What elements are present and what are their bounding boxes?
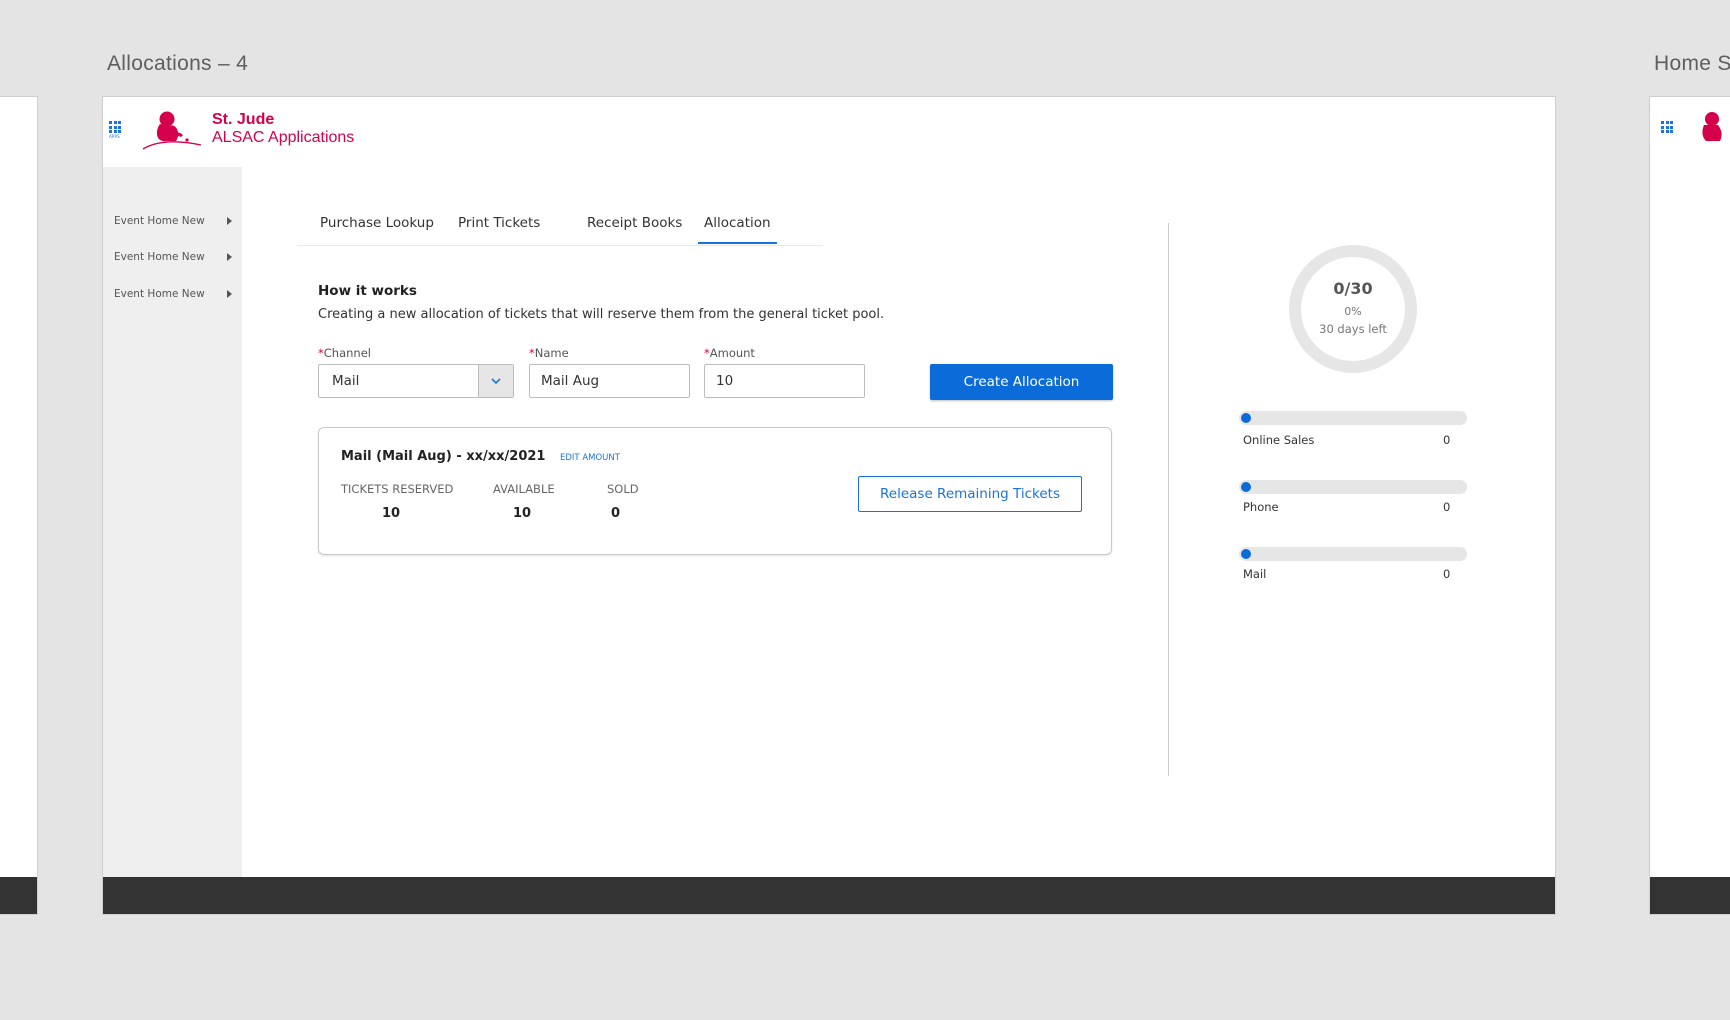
chevron-down-icon[interactable] xyxy=(478,365,513,397)
how-it-works-description: Creating a new allocation of tickets tha… xyxy=(318,307,885,322)
sold-value: 0 xyxy=(611,506,621,521)
st-jude-logo-icon xyxy=(143,111,202,150)
progress-indicator xyxy=(1241,482,1251,492)
caret-right-icon xyxy=(227,290,232,298)
apps-label: APPS xyxy=(109,134,120,140)
progress-percent: 0% xyxy=(1344,305,1362,318)
online-sales-progress-bar xyxy=(1239,411,1467,425)
footer-bar xyxy=(0,877,37,914)
vertical-divider xyxy=(1168,223,1169,776)
sidebar-item-event-home-new-1[interactable]: Event Home New xyxy=(114,211,232,231)
tab-print-tickets[interactable]: Print Tickets xyxy=(458,211,540,244)
online-sales-count: 0 xyxy=(1443,433,1451,447)
available-label: AVAILABLE xyxy=(493,482,555,496)
brand-subtitle: ALSAC Applications xyxy=(212,129,355,146)
phone-label: Phone xyxy=(1243,500,1279,514)
amount-label: *Amount xyxy=(704,346,755,360)
amount-field[interactable]: 10 xyxy=(704,364,865,398)
progress-indicator xyxy=(1241,413,1251,423)
sidebar-item-event-home-new-3[interactable]: Event Home New xyxy=(114,284,232,304)
phone-count: 0 xyxy=(1443,500,1451,514)
allocation-title: Mail (Mail Aug) - xx/xx/2021 xyxy=(341,449,546,464)
sold-label: SOLD xyxy=(607,482,639,496)
caret-right-icon xyxy=(227,217,232,225)
progress-fraction: 0/30 xyxy=(1333,279,1373,298)
progress-donut-text: 0/30 0% 30 days left xyxy=(1287,243,1419,375)
channel-label: *Channel xyxy=(318,346,371,360)
channel-select[interactable]: Mail xyxy=(318,364,514,398)
name-label: *Name xyxy=(529,346,569,360)
tab-bar: Purchase Lookup Print Tickets Receipt Bo… xyxy=(297,211,823,246)
app-header: APPS St. Jude ALSAC Applications xyxy=(103,97,1555,167)
sidebar: Event Home New Event Home New Event Home… xyxy=(103,167,242,877)
sidebar-item-label: Event Home New xyxy=(114,288,205,300)
name-field[interactable]: Mail Aug xyxy=(529,364,690,398)
days-left: 30 days left xyxy=(1319,322,1387,336)
footer-bar xyxy=(103,877,1555,914)
main-artboard: APPS St. Jude ALSAC Applications Event H… xyxy=(102,96,1556,915)
st-jude-logo-icon xyxy=(1702,112,1722,141)
online-sales-label: Online Sales xyxy=(1243,433,1315,447)
apps-menu-icon[interactable] xyxy=(1661,121,1675,134)
available-value: 10 xyxy=(513,506,532,521)
brand-name: St. Jude xyxy=(212,111,275,128)
edit-amount-link[interactable]: EDIT AMOUNT xyxy=(560,453,620,463)
mail-progress-bar xyxy=(1239,547,1467,561)
phone-progress-bar xyxy=(1239,480,1467,494)
how-it-works-title: How it works xyxy=(318,283,417,299)
mail-count: 0 xyxy=(1443,567,1451,581)
caret-right-icon xyxy=(227,253,232,261)
sidebar-item-label: Event Home New xyxy=(114,251,205,263)
allocation-card: Mail (Mail Aug) - xx/xx/2021 EDIT AMOUNT… xyxy=(318,427,1112,555)
create-allocation-button[interactable]: Create Allocation xyxy=(930,364,1113,400)
tab-purchase-lookup[interactable]: Purchase Lookup xyxy=(320,211,434,244)
sidebar-item-event-home-new-2[interactable]: Event Home New xyxy=(114,247,232,267)
footer-bar xyxy=(1650,877,1730,914)
tab-allocation[interactable]: Allocation xyxy=(698,211,777,244)
sidebar-item-label: Event Home New xyxy=(114,215,205,227)
tickets-reserved-label: TICKETS RESERVED xyxy=(341,482,454,496)
channel-value: Mail xyxy=(332,373,360,389)
progress-indicator xyxy=(1241,549,1251,559)
apps-menu-icon[interactable]: APPS xyxy=(109,121,123,139)
left-artboard xyxy=(0,96,38,915)
artboard-title-main: Allocations – 4 xyxy=(107,52,249,75)
release-remaining-tickets-button[interactable]: Release Remaining Tickets xyxy=(858,476,1082,512)
mail-label: Mail xyxy=(1243,567,1267,581)
brand-text: St. Jude ALSAC Applications xyxy=(212,111,354,147)
artboard-title-right: Home S xyxy=(1654,52,1730,75)
tickets-reserved-value: 10 xyxy=(382,506,401,521)
tab-receipt-books[interactable]: Receipt Books xyxy=(587,211,682,244)
right-artboard xyxy=(1649,96,1730,915)
